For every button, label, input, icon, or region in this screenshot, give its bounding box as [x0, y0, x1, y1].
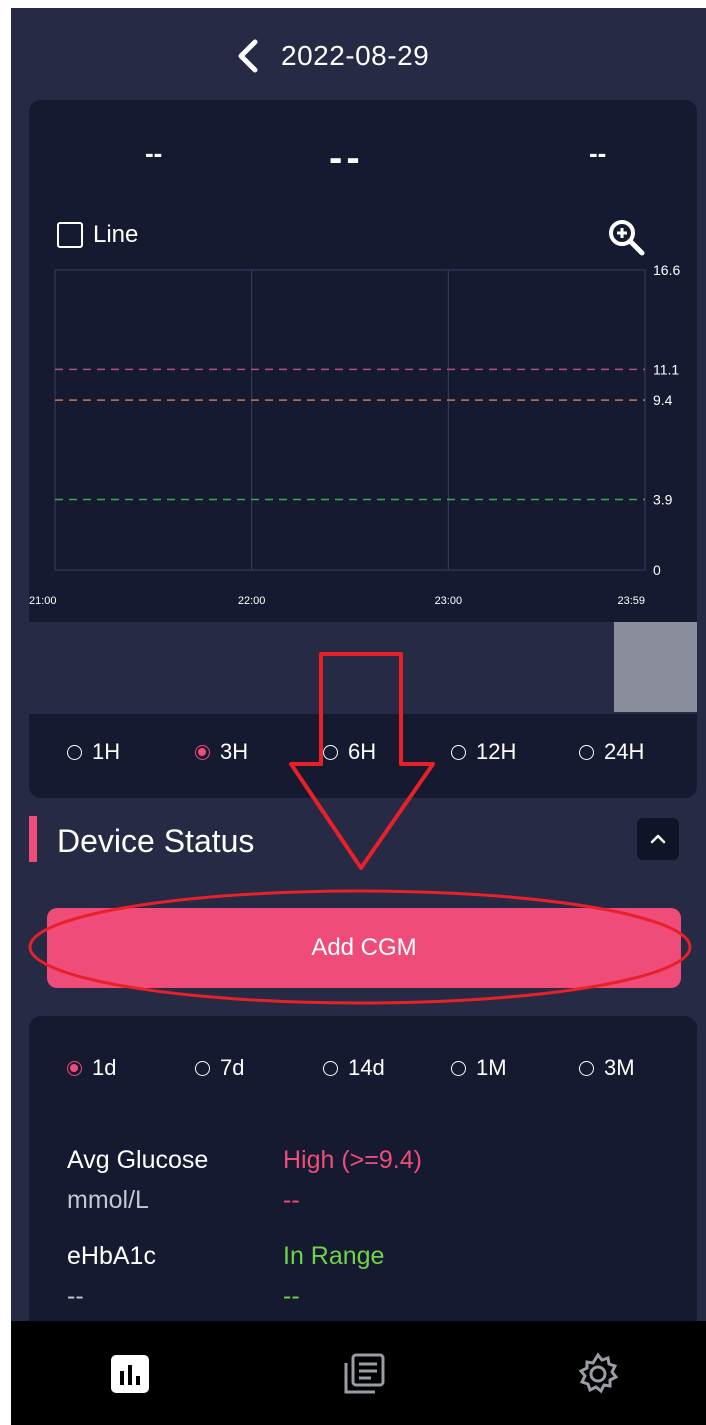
- high-value: --: [283, 1186, 300, 1214]
- period-option-3m[interactable]: 3M: [579, 1048, 635, 1088]
- line-toggle-label[interactable]: Line: [93, 220, 138, 250]
- period-option-label: 3M: [604, 1055, 635, 1080]
- header: 2022-08-29: [11, 8, 706, 100]
- radio-icon: [67, 1060, 82, 1076]
- period-option-14d[interactable]: 14d: [323, 1048, 385, 1088]
- range-option-3h[interactable]: 3H: [195, 732, 248, 772]
- y-tick-label: 0: [653, 562, 661, 578]
- radio-icon: [451, 1060, 466, 1076]
- statistics-card: 1d 7d 14d 1M 3M Avg Glucose mmol/L High (>=9…: [29, 1016, 697, 1356]
- high-label: High (>=9.4): [283, 1146, 422, 1174]
- period-option-1d[interactable]: 1d: [67, 1048, 116, 1088]
- period-option-label: 14d: [348, 1055, 385, 1080]
- in-range-value: --: [283, 1282, 300, 1310]
- summary-left-value: --: [145, 138, 163, 168]
- range-option-12h[interactable]: 12H: [451, 732, 516, 772]
- radio-icon: [579, 1060, 594, 1076]
- ehba1c-value: --: [67, 1282, 84, 1310]
- x-tick-label: 21:00: [29, 595, 57, 607]
- in-range-label: In Range: [283, 1242, 385, 1270]
- y-tick-label: 9.4: [653, 392, 673, 408]
- avg-glucose-label: Avg Glucose: [67, 1146, 209, 1174]
- add-cgm-button[interactable]: Add CGM: [47, 908, 681, 988]
- avg-glucose-unit: mmol/L: [67, 1186, 149, 1214]
- period-option-1m[interactable]: 1M: [451, 1048, 507, 1088]
- chevron-left-icon[interactable]: [233, 38, 263, 74]
- range-option-label: 1H: [92, 739, 121, 764]
- summary-center-value: --: [329, 136, 364, 180]
- bottom-tab-bar: [11, 1321, 706, 1425]
- range-option-label: 24H: [604, 739, 645, 764]
- x-tick-label: 23:59: [617, 595, 645, 607]
- range-option-label: 6H: [348, 739, 377, 764]
- radio-icon: [579, 744, 594, 760]
- period-option-7d[interactable]: 7d: [195, 1048, 244, 1088]
- radio-icon: [323, 1060, 338, 1076]
- date-title: 2022-08-29: [281, 40, 430, 71]
- zoom-in-icon[interactable]: [605, 216, 647, 258]
- period-selector: 1d 7d 14d 1M 3M: [29, 1048, 697, 1088]
- chevron-up-icon: [650, 834, 666, 844]
- summary-right-value: --: [589, 138, 607, 168]
- y-tick-label: 16.6: [653, 262, 680, 278]
- range-option-6h[interactable]: 6H: [323, 732, 376, 772]
- line-toggle-checkbox[interactable]: [57, 222, 83, 248]
- period-option-label: 1d: [92, 1055, 117, 1080]
- y-tick-label: 3.9: [653, 492, 673, 508]
- radio-icon: [195, 1060, 210, 1076]
- gear-icon[interactable]: [575, 1351, 621, 1397]
- period-option-label: 1M: [476, 1055, 507, 1080]
- device-status-title: Device Status: [57, 823, 255, 859]
- x-tick-label: 22:00: [238, 595, 266, 607]
- range-option-label: 3H: [220, 739, 249, 764]
- records-icon[interactable]: [341, 1351, 387, 1397]
- range-option-label: 12H: [476, 739, 517, 764]
- bar-chart-icon[interactable]: [107, 1351, 153, 1397]
- app-screen: 2022-08-29 -- -- -- Line 0 3.9 9.4 11.1 16.6…: [11, 8, 706, 1425]
- radio-icon: [451, 744, 466, 760]
- x-tick-label: 23:00: [435, 595, 463, 607]
- range-selector: 1H 3H 6H 12H 24H: [29, 732, 697, 772]
- section-accent-bar: [29, 816, 37, 862]
- collapse-button[interactable]: [637, 818, 679, 860]
- range-option-1h[interactable]: 1H: [67, 732, 120, 772]
- plot-frame: [54, 269, 646, 571]
- minimap-handle[interactable]: [614, 622, 697, 712]
- ehba1c-label: eHbA1c: [67, 1242, 156, 1270]
- range-option-24h[interactable]: 24H: [579, 732, 644, 772]
- glucose-chart-card: -- -- -- Line 0 3.9 9.4 11.1 16.6 21:00 22:00 2…: [29, 100, 697, 798]
- glucose-chart: 0 3.9 9.4 11.1 16.6 21:00 22:00 23:00 23:59: [29, 262, 680, 607]
- radio-icon: [67, 744, 82, 760]
- period-option-label: 7d: [220, 1055, 245, 1080]
- radio-icon: [195, 744, 210, 760]
- radio-icon: [323, 744, 338, 760]
- time-range-minimap[interactable]: [29, 622, 697, 714]
- y-tick-label: 11.1: [653, 361, 679, 377]
